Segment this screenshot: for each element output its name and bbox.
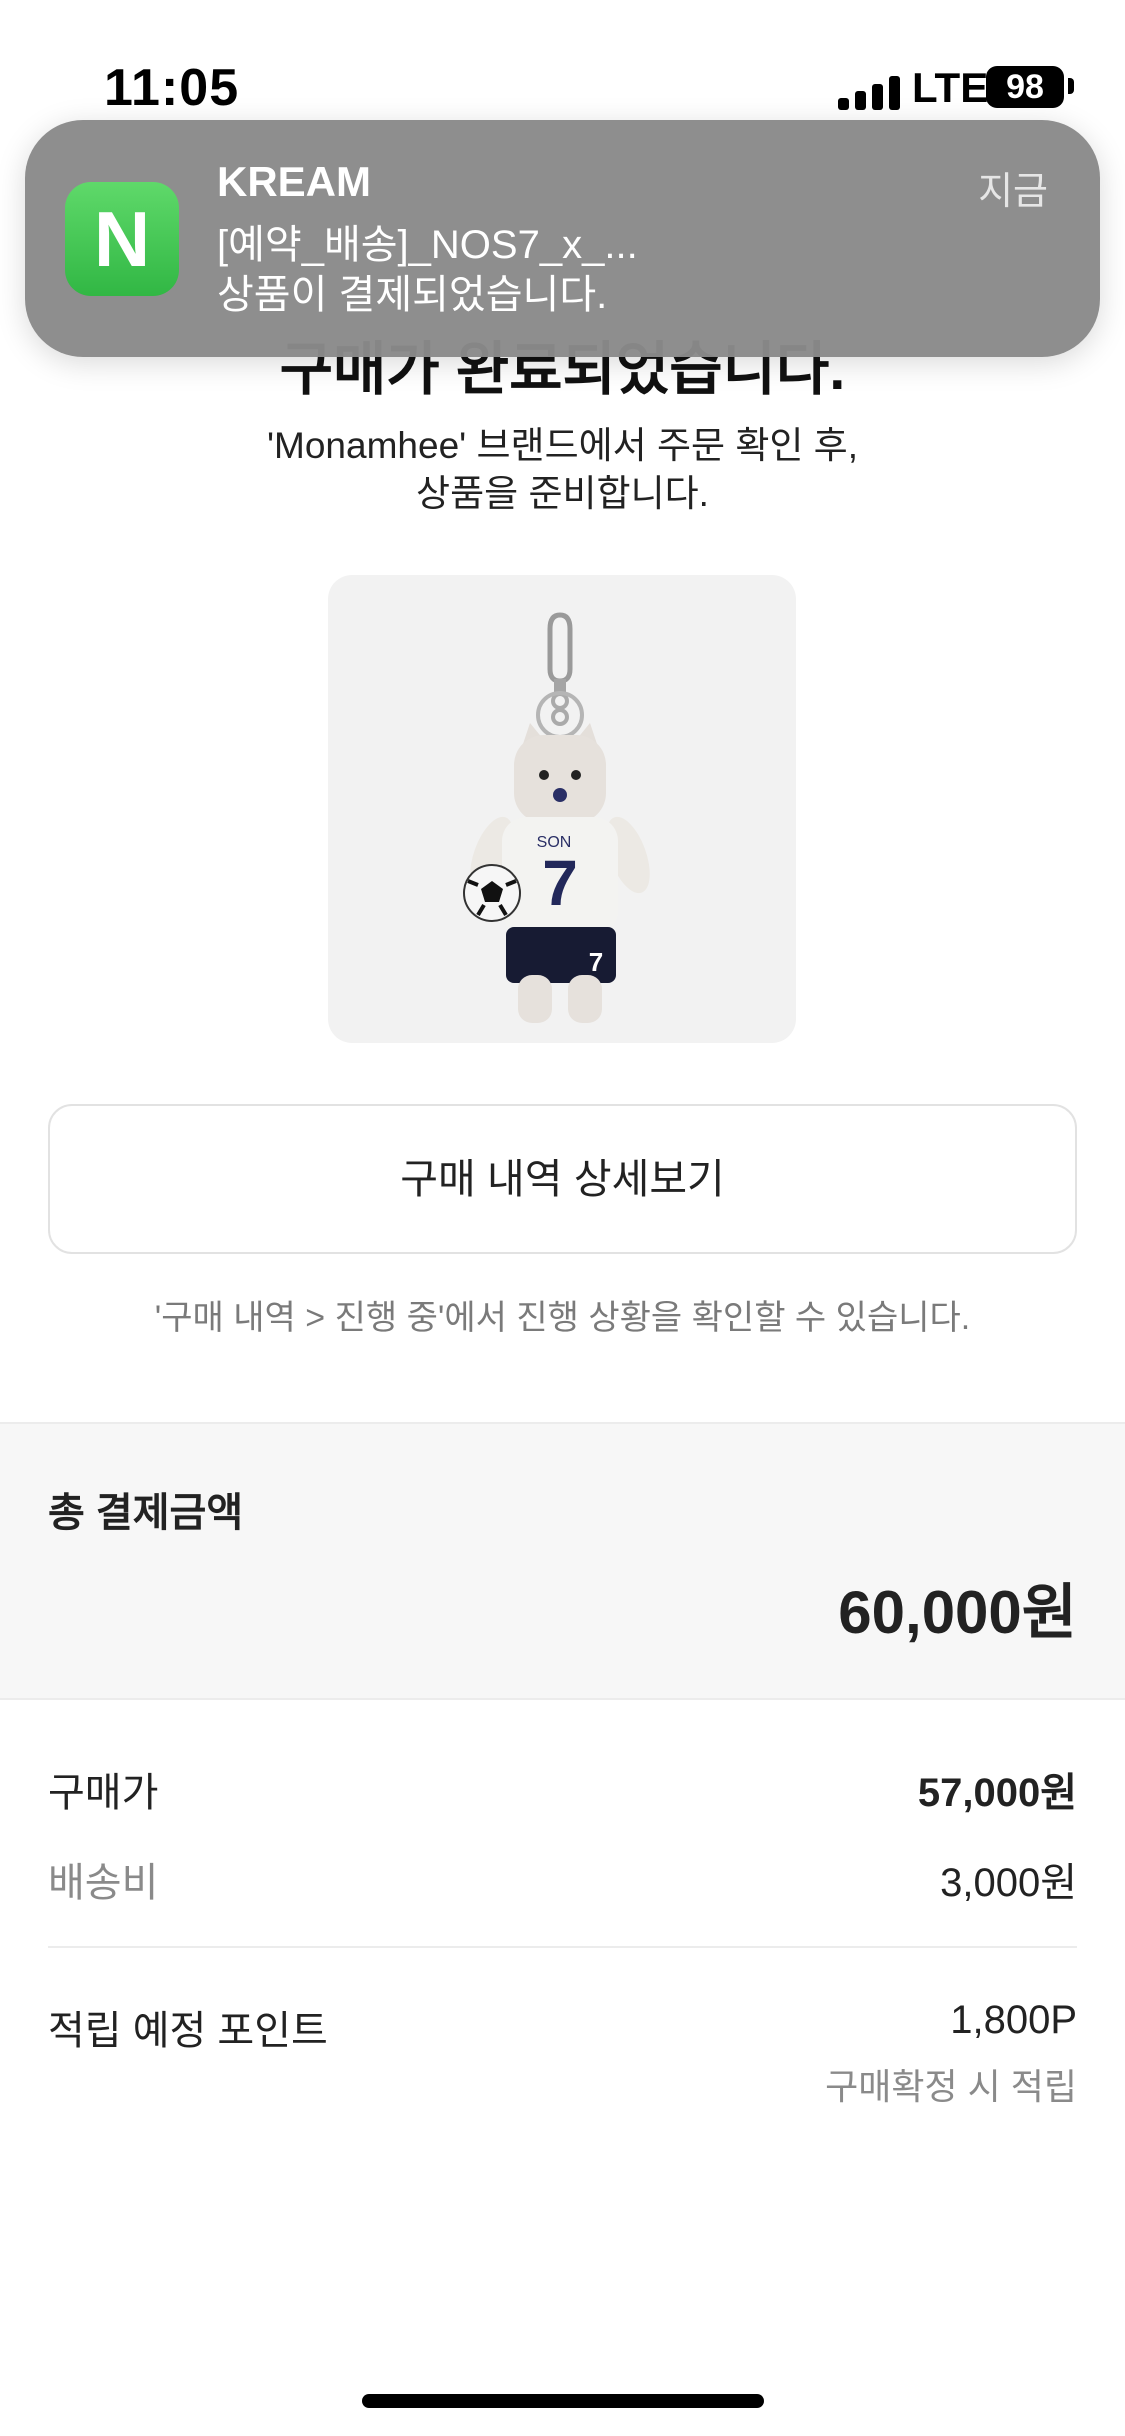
notification-message: 상품이 결제되었습니다. — [217, 273, 608, 317]
plush-keyring-illustration: SON 7 7 — [463, 612, 650, 1023]
status-time: 11:05 — [104, 59, 240, 117]
shorts-number: 7 — [589, 947, 603, 977]
jersey-number: 7 — [542, 847, 578, 919]
purchase-price-value: 57,000원 — [917, 1771, 1077, 1815]
brand-confirm-text: 'Monamhee' 브랜드에서 주문 확인 후, 상품을 준비합니다. — [0, 422, 1125, 518]
battery-icon: 98 — [986, 66, 1064, 108]
naver-app-icon: N — [65, 182, 179, 296]
purchase-price-label: 구매가 — [48, 1771, 159, 1815]
purchase-detail-button[interactable]: 구매 내역 상세보기 — [48, 1104, 1077, 1254]
brand-confirm-line1: 'Monamhee' 브랜드에서 주문 확인 후, — [266, 425, 859, 466]
shipping-fee-value: 3,000원 — [940, 1861, 1077, 1905]
battery-tip — [1068, 78, 1074, 94]
brand-confirm-line2: 상품을 준비합니다. — [416, 473, 709, 514]
cellular-signal-icon — [838, 76, 900, 110]
push-notification[interactable]: N KREAM [예약_배송]_NOS7_x_... 상품이 결제되었습니다. … — [25, 120, 1100, 357]
notification-app-name: KREAM — [217, 158, 371, 205]
total-payment-label: 총 결제금액 — [48, 1491, 244, 1535]
product-image[interactable]: SON 7 7 — [328, 575, 796, 1043]
divider — [48, 1946, 1077, 1948]
total-payment-section: 총 결제금액 60,000원 — [0, 1422, 1125, 1700]
total-payment-value: 60,000원 — [838, 1579, 1077, 1646]
home-indicator[interactable] — [362, 2394, 764, 2408]
points-label: 적립 예정 포인트 — [48, 2009, 328, 2053]
points-note: 구매확정 시 적립 — [825, 2066, 1077, 2107]
points-value: 1,800P — [950, 1998, 1077, 2042]
progress-hint: '구매 내역 > 진행 중'에서 진행 상황을 확인할 수 있습니다. — [154, 1299, 971, 1337]
notification-time: 지금 — [978, 171, 1048, 213]
shipping-fee-label: 배송비 — [48, 1861, 159, 1905]
network-type: LTE — [912, 64, 989, 111]
